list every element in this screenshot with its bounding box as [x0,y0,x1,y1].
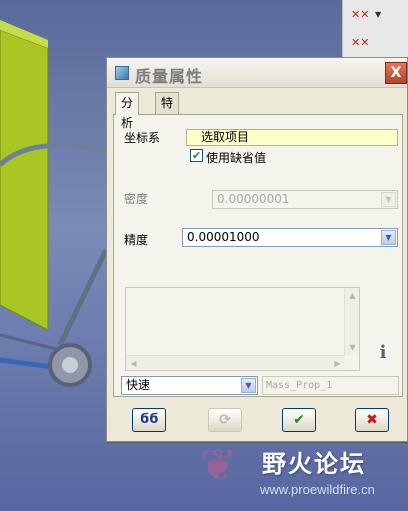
preview-glasses-button[interactable]: ϭϭ [132,408,166,432]
coord-system-selector[interactable]: 选取项目 [186,129,398,146]
tab-analysis[interactable]: 分析 [115,92,140,130]
chevron-down-icon[interactable]: ▼ [381,230,396,245]
scroll-right-icon[interactable]: ▶ [330,356,345,371]
precision-label: 精度 [124,233,149,247]
cancel-button[interactable]: ✖ [355,408,389,432]
mass-properties-dialog: 质量属性 X 分析 特征 坐标系 选取项目 ✔ 使用缺省值 密度 0.00000… [106,57,408,442]
tab-feature[interactable]: 特征 [155,92,180,130]
scroll-left-icon[interactable]: ◀ [126,356,141,371]
density-label: 密度 [124,192,149,206]
density-value: 0.00000001 [217,192,290,206]
watermark-title: 野火论坛 [262,450,366,478]
vertical-scrollbar[interactable]: ▲ ▼ [344,288,359,355]
chevron-down-icon[interactable]: ▼ [381,192,396,207]
watermark-url: www.proewildfire.cn [260,482,375,497]
chevron-down-icon[interactable]: ▼ [241,378,256,393]
mode-combo[interactable]: 快速 ▼ [121,376,258,395]
refresh-button[interactable]: ⟳ [208,408,242,432]
butterfly-logo-icon: ❦ [200,440,237,491]
info-icon[interactable]: i [376,344,390,362]
results-list[interactable]: ▲ ▼ ◀ ▶ [125,287,360,371]
datum-point-tool-icon[interactable]: ✕✕ [351,36,369,49]
dialog-title: 质量属性 [135,67,204,86]
chevron-down-icon[interactable]: ▼ [375,10,381,19]
datum-points-icon[interactable]: ✕✕ [351,8,369,21]
watermark: ❦ 野火论坛 www.proewildfire.cn [200,440,408,508]
horizontal-scrollbar[interactable]: ◀ ▶ [126,355,345,370]
scroll-up-icon[interactable]: ▲ [345,288,360,303]
precision-combo[interactable]: 0.00001000 ▼ [182,228,398,247]
dialog-titlebar[interactable]: 质量属性 X [107,58,407,88]
ok-button[interactable]: ✔ [282,408,316,432]
mass-prop-name-field[interactable]: Mass_Prop_1 [262,376,399,395]
scroll-down-icon[interactable]: ▼ [345,340,360,355]
close-button[interactable]: X [385,62,407,84]
toolbar-strip: ✕✕ ▼ ✕✕ [342,0,408,62]
density-combo[interactable]: 0.00000001 ▼ [212,190,398,209]
use-default-label: 使用缺省值 [206,151,267,165]
mode-value: 快速 [126,378,151,392]
analysis-panel: 坐标系 选取项目 ✔ 使用缺省值 密度 0.00000001 ▼ 精度 0.00… [113,114,403,397]
use-default-checkbox[interactable]: ✔ [190,149,203,162]
dialog-app-icon [115,66,129,80]
precision-value: 0.00001000 [187,230,260,244]
